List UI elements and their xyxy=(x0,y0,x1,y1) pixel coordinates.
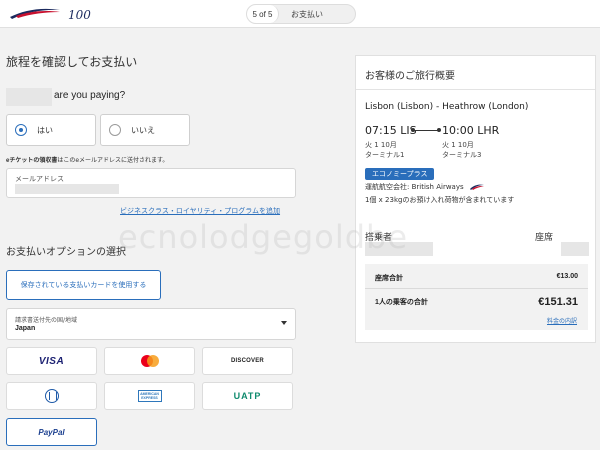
progress-step-indicator: 5 of 5 お支払い xyxy=(246,4,356,24)
redacted-text xyxy=(6,88,52,106)
flight-connector-icon xyxy=(411,128,441,132)
page-title: 旅程を確認してお支払い xyxy=(6,55,138,69)
mastercard-icon xyxy=(140,355,159,367)
uatp-logo: UATP xyxy=(233,391,262,401)
billing-country-select[interactable]: 請求書送付先の国/地域 Japan xyxy=(6,308,296,340)
paying-question: are you paying? xyxy=(54,90,126,101)
passenger-total-row: 1人の乗客の合計 €151.31 xyxy=(375,296,578,308)
pay-method-uatp[interactable]: UATP xyxy=(202,382,293,410)
diners-club-icon xyxy=(44,389,59,403)
radio-yes-label: はい xyxy=(37,125,53,135)
svg-text:100: 100 xyxy=(68,8,91,22)
pay-method-paypal[interactable]: PayPal xyxy=(6,418,97,446)
flight-route: Lisbon (Lisbon) - Heathrow (London) xyxy=(365,102,529,112)
cabin-class-badge: エコノミープラス xyxy=(365,168,435,180)
step-count: 5 of 5 xyxy=(247,5,279,23)
redacted-passenger-name xyxy=(365,242,433,256)
divider xyxy=(356,89,595,90)
summary-title: お客様のご旅行概要 xyxy=(365,71,455,82)
passenger-total-label: 1人の乗客の合計 xyxy=(375,299,428,306)
fare-breakdown-link[interactable]: 料金の内訳 xyxy=(547,316,577,325)
seat-total-value: €13.00 xyxy=(556,273,578,280)
totals-box: 座席合計 €13.00 1人の乗客の合計 €151.31 料金の内訳 xyxy=(365,264,588,330)
eticket-note: eチケットの領収書はこのeメールアドレスに送付されます。 xyxy=(6,155,168,164)
top-header: 100 5 of 5 お支払い xyxy=(0,0,600,28)
ba-swoosh-icon xyxy=(469,184,484,190)
eticket-note-rest: はこのeメールアドレスに送付されます。 xyxy=(57,157,169,164)
redacted-seat xyxy=(561,242,589,256)
email-field[interactable]: メールアドレス xyxy=(6,168,296,198)
radio-unchecked-icon[interactable] xyxy=(109,124,121,136)
radio-option-no[interactable]: いいえ xyxy=(100,114,190,146)
seat-header: 座席 xyxy=(535,233,554,243)
radio-option-yes[interactable]: はい xyxy=(6,114,96,146)
arrival-date: 火 1 10月 xyxy=(442,141,474,149)
payment-options-title: お支払いオプションの選択 xyxy=(6,247,126,258)
pay-method-mastercard[interactable] xyxy=(104,347,195,375)
operated-by: 運航航空会社: British Airways xyxy=(365,182,484,192)
pay-method-diners[interactable] xyxy=(6,382,97,410)
radio-checked-icon[interactable] xyxy=(15,124,27,136)
divider xyxy=(365,288,588,289)
pay-method-amex[interactable]: AMERICAN EXPRESS xyxy=(104,382,195,410)
operated-by-text: 運航航空会社: British Airways xyxy=(365,183,464,191)
pay-method-visa[interactable]: VISA xyxy=(6,347,97,375)
seat-total-row: 座席合計 €13.00 xyxy=(375,273,578,283)
amex-line2: EXPRESS xyxy=(141,396,158,400)
radio-no-label: いいえ xyxy=(131,125,155,135)
departure-date: 火 1 10月 xyxy=(365,141,397,149)
passenger-total-value: €151.31 xyxy=(538,296,578,308)
chevron-down-icon xyxy=(281,321,287,325)
arrival-terminal: ターミナル3 xyxy=(442,151,482,159)
arrival-time: 10:00 LHR xyxy=(442,124,500,137)
baggage-allowance: 1個 x 23kgのお預け入れ荷物が含まれています xyxy=(365,196,515,204)
pay-method-discover[interactable]: DISCOVER xyxy=(202,347,293,375)
eticket-note-bold: eチケットの領収書 xyxy=(6,158,58,164)
paypal-logo: PayPal xyxy=(38,427,65,437)
seat-total-label: 座席合計 xyxy=(375,275,403,282)
email-label: メールアドレス xyxy=(15,175,64,183)
use-saved-card-button[interactable]: 保存されている支払いカードを使用する xyxy=(6,270,161,300)
discover-logo: DISCOVER xyxy=(231,358,264,364)
billing-country-value: Japan xyxy=(15,325,36,332)
trip-summary-panel: お客様のご旅行概要 Lisbon (Lisbon) - Heathrow (Lo… xyxy=(355,55,596,343)
add-loyalty-program-link[interactable]: ビジネスクラス・ロイヤリティ・プログラムを追加 xyxy=(120,206,280,216)
departure-time: 07:15 LIS xyxy=(365,124,417,137)
amex-logo: AMERICAN EXPRESS xyxy=(137,390,162,402)
visa-logo: VISA xyxy=(38,355,65,367)
departure-terminal: ターミナル1 xyxy=(365,151,405,159)
redacted-email xyxy=(15,184,119,194)
british-airways-100-logo[interactable]: 100 xyxy=(8,4,100,24)
step-label: お支払い xyxy=(291,9,323,19)
billing-country-label: 請求書送付先の国/地域 xyxy=(15,317,78,324)
